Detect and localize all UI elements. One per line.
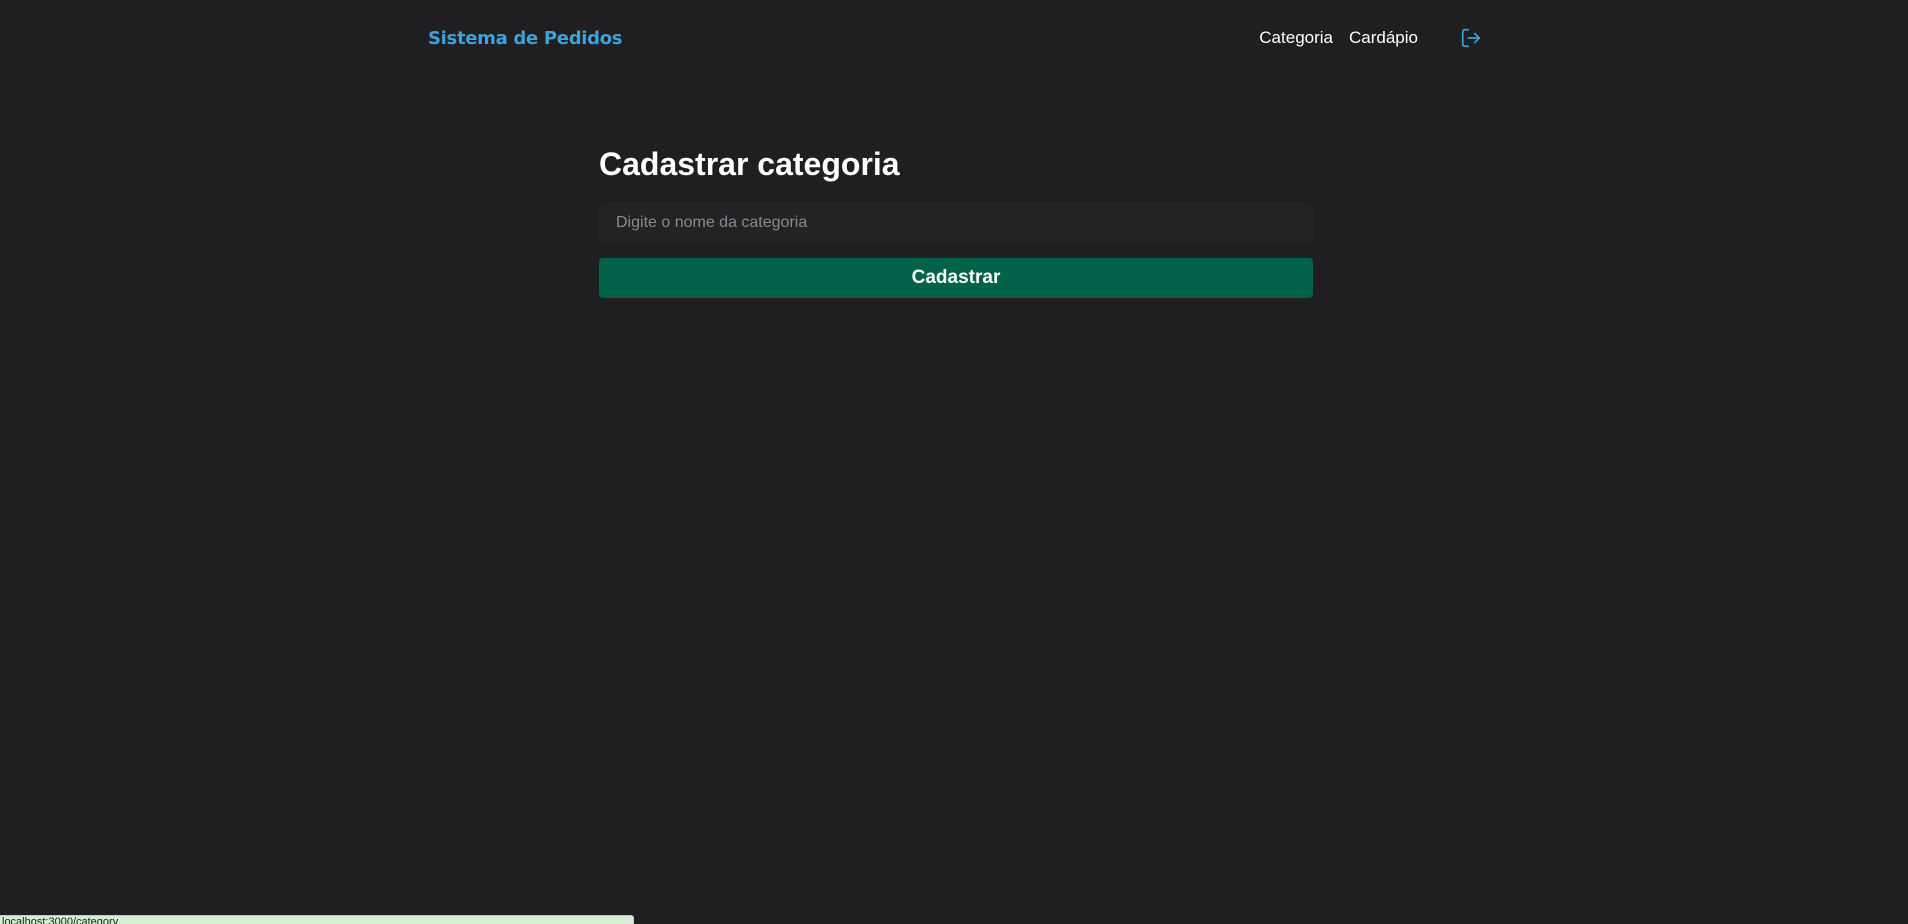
category-form: Cadastrar xyxy=(599,203,1313,298)
nav-link-cardapio[interactable]: Cardápio xyxy=(1349,28,1418,48)
main-nav: Categoria Cardápio xyxy=(1259,25,1484,51)
top-header: Sistema de Pedidos Categoria Cardápio xyxy=(428,0,1484,76)
nav-link-categoria[interactable]: Categoria xyxy=(1259,28,1333,48)
browser-status-bar: localhost:3000/category xyxy=(0,915,634,924)
category-form-section: Cadastrar categoria Cadastrar xyxy=(599,140,1313,298)
logout-icon xyxy=(1461,28,1481,48)
logout-button[interactable] xyxy=(1458,25,1484,51)
submit-button[interactable]: Cadastrar xyxy=(599,258,1313,298)
category-name-input[interactable] xyxy=(599,203,1313,243)
brand-logo-link[interactable]: Sistema de Pedidos xyxy=(428,28,623,49)
page-title: Cadastrar categoria xyxy=(599,146,900,182)
